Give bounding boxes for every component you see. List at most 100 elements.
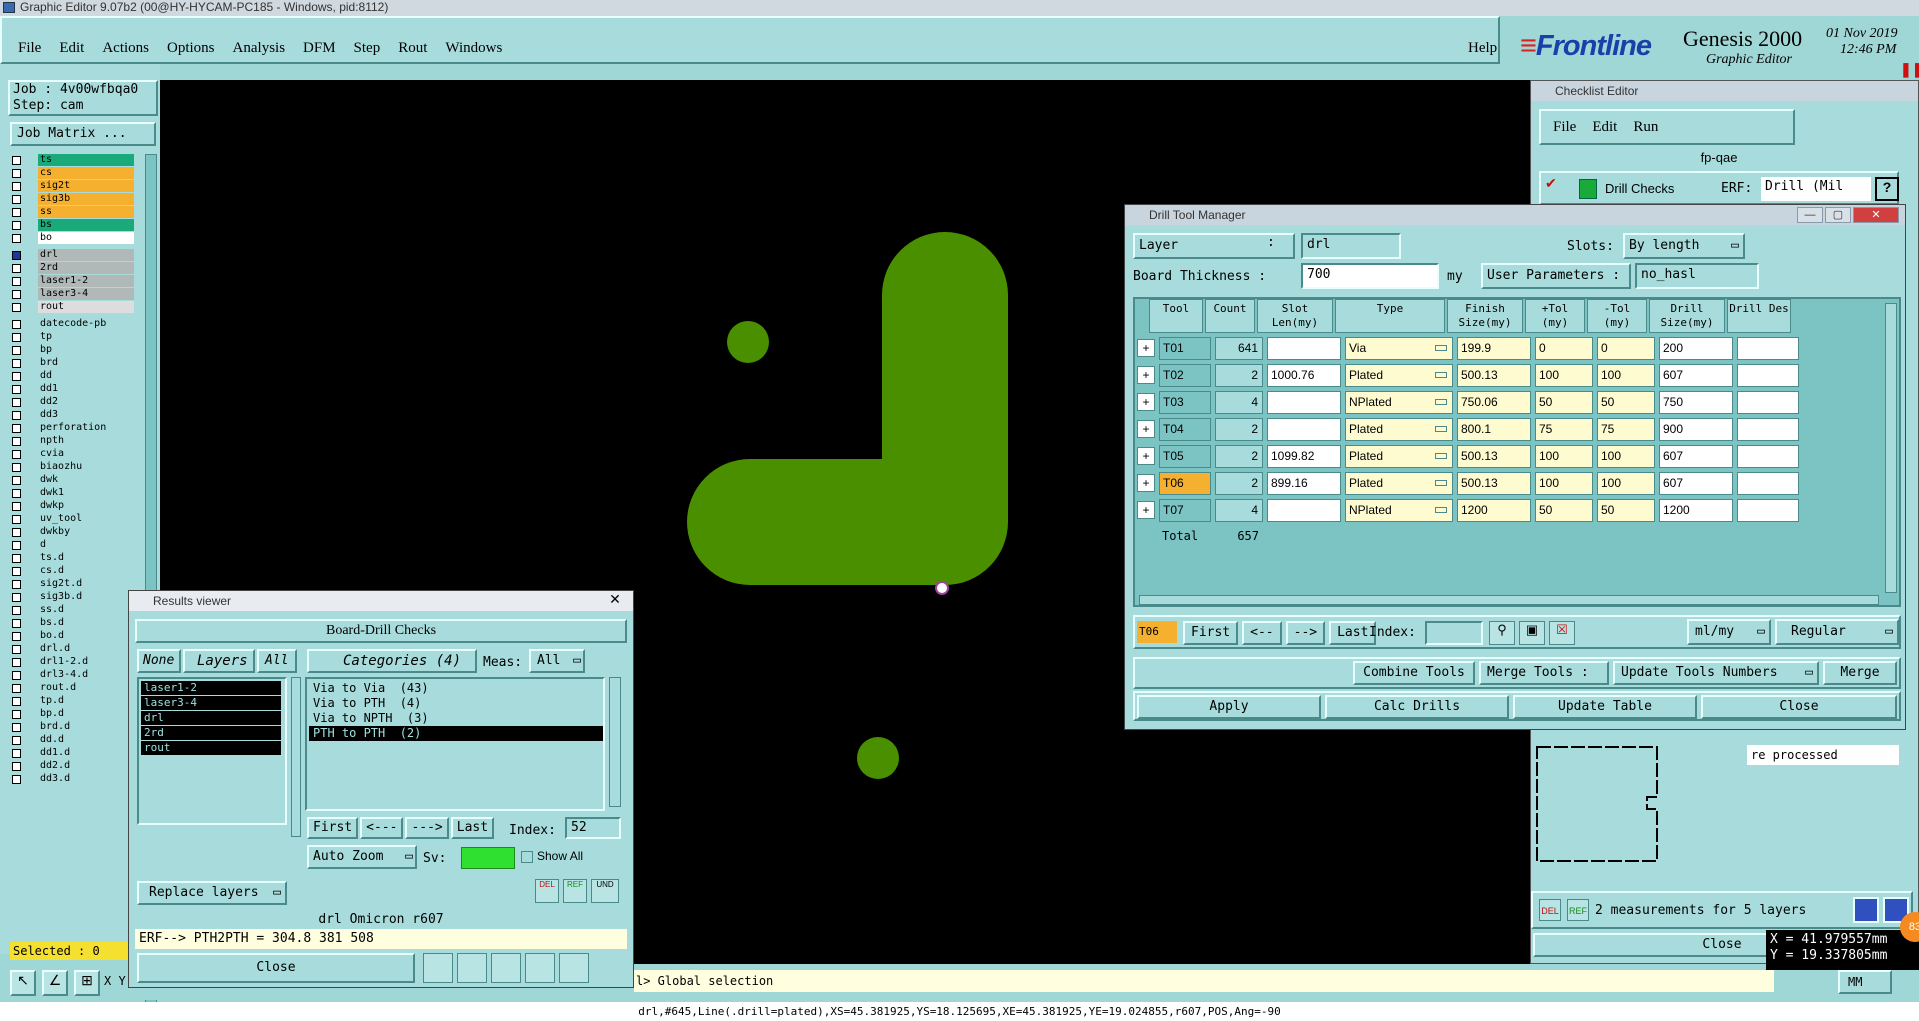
layer-row[interactable]: bp bbox=[10, 344, 134, 357]
rv-layer-item[interactable]: laser3-4 bbox=[141, 696, 281, 710]
table-hscrollbar[interactable] bbox=[1139, 595, 1879, 605]
layer-row[interactable]: dd2 bbox=[10, 396, 134, 409]
index-field[interactable] bbox=[1425, 621, 1483, 645]
rv-close-button[interactable]: Close bbox=[137, 953, 415, 983]
checklist-menu-file[interactable]: File bbox=[1553, 119, 1576, 136]
layer-row[interactable]: bo bbox=[10, 232, 134, 245]
cell-drill[interactable]: 200 bbox=[1659, 337, 1733, 360]
layer-checkbox[interactable] bbox=[12, 567, 21, 576]
layer-row[interactable]: npth bbox=[10, 435, 134, 448]
menu-windows[interactable]: Windows bbox=[445, 40, 502, 57]
layer-checkbox[interactable] bbox=[12, 658, 21, 667]
cell-mtol[interactable]: 50 bbox=[1597, 391, 1655, 414]
menu-dfm[interactable]: DFM bbox=[303, 40, 336, 57]
all-button[interactable]: All bbox=[257, 649, 297, 673]
layer-row[interactable]: bs bbox=[10, 219, 134, 232]
layer-row[interactable]: dwkby bbox=[10, 526, 134, 539]
rv-layer-item[interactable]: drl bbox=[141, 711, 281, 725]
layer-row[interactable]: bp.d bbox=[10, 708, 134, 721]
calc-drills-button[interactable]: Calc Drills bbox=[1325, 695, 1509, 719]
cell-drill[interactable]: 1200 bbox=[1659, 499, 1733, 522]
cell-finish[interactable]: 199.9 bbox=[1457, 337, 1531, 360]
layer-checkbox[interactable] bbox=[12, 450, 21, 459]
cell-slot[interactable]: 1000.76 bbox=[1267, 364, 1341, 387]
layer-row[interactable]: brd bbox=[10, 357, 134, 370]
apply-button[interactable]: Apply bbox=[1137, 695, 1321, 719]
expand-icon[interactable]: + bbox=[1137, 339, 1155, 357]
combine-tools-button[interactable]: Combine Tools bbox=[1353, 661, 1475, 685]
layer-row[interactable]: ss bbox=[10, 206, 134, 219]
rv-del-icon[interactable]: DEL bbox=[535, 879, 559, 903]
layer-checkbox[interactable] bbox=[12, 169, 21, 178]
update-table-button[interactable]: Update Table bbox=[1513, 695, 1697, 719]
layer-checkbox[interactable] bbox=[12, 554, 21, 563]
layer-row[interactable]: sig2t bbox=[10, 180, 134, 193]
cell-mtol[interactable]: 100 bbox=[1597, 472, 1655, 495]
cell-drill[interactable]: 607 bbox=[1659, 445, 1733, 468]
layer-checkbox[interactable] bbox=[12, 723, 21, 732]
layer-row[interactable]: ss.d bbox=[10, 604, 134, 617]
dtm-nav-2[interactable]: --> bbox=[1285, 621, 1326, 645]
layer-checkbox[interactable] bbox=[12, 195, 21, 204]
action-icon-3[interactable] bbox=[491, 953, 521, 983]
type-dropdown-icon[interactable] bbox=[1435, 399, 1447, 405]
cell-mtol[interactable]: 75 bbox=[1597, 418, 1655, 441]
job-matrix-button[interactable]: Job Matrix ... bbox=[10, 122, 156, 146]
menu-file[interactable]: File bbox=[18, 40, 41, 57]
filter-icon[interactable]: ⚲ bbox=[1489, 621, 1515, 645]
sv-color-select[interactable] bbox=[461, 847, 515, 869]
select-icon[interactable]: ▣ bbox=[1519, 621, 1545, 645]
auto-zoom-select[interactable]: Auto Zoom ▭ bbox=[307, 845, 417, 869]
layer-checkbox[interactable] bbox=[12, 697, 21, 706]
layer-checkbox[interactable] bbox=[12, 463, 21, 472]
cell-des[interactable] bbox=[1737, 337, 1799, 360]
cell-ptol[interactable]: 0 bbox=[1535, 337, 1593, 360]
table-row[interactable]: + T03 4 NPlated 750.06 50 50 750 bbox=[1135, 389, 1899, 416]
layer-checkbox[interactable] bbox=[12, 528, 21, 537]
rv-layer-item[interactable]: 2rd bbox=[141, 726, 281, 740]
rv-ref-icon[interactable]: REF bbox=[563, 879, 587, 903]
layer-checkbox[interactable] bbox=[12, 671, 21, 680]
replace-layers-select[interactable]: Replace layers ▭ bbox=[137, 881, 287, 905]
drill-pad[interactable] bbox=[727, 321, 769, 363]
menu-rout[interactable]: Rout bbox=[398, 40, 427, 57]
cell-mtol[interactable]: 100 bbox=[1597, 445, 1655, 468]
layer-checkbox[interactable] bbox=[12, 398, 21, 407]
mode-select[interactable]: Regular ▭ bbox=[1775, 619, 1899, 645]
merge-option-select[interactable]: Update Tools Numbers ▭ bbox=[1613, 661, 1819, 685]
layer-checkbox[interactable] bbox=[12, 320, 21, 329]
layer-row[interactable]: dd bbox=[10, 370, 134, 383]
layer-row[interactable]: dd2.d bbox=[10, 760, 134, 773]
cell-des[interactable] bbox=[1737, 499, 1799, 522]
layer-checkbox[interactable] bbox=[12, 182, 21, 191]
type-dropdown-icon[interactable] bbox=[1435, 480, 1447, 486]
expand-icon[interactable]: + bbox=[1137, 447, 1155, 465]
slots-select[interactable]: By length ▭ bbox=[1623, 233, 1745, 259]
drill-checks-label[interactable]: Drill Checks bbox=[1605, 181, 1674, 196]
cell-ptol[interactable]: 50 bbox=[1535, 499, 1593, 522]
layer-checkbox[interactable] bbox=[12, 303, 21, 312]
layer-checkbox[interactable] bbox=[12, 749, 21, 758]
layer-row[interactable]: dwk1 bbox=[10, 487, 134, 500]
rv-category-item[interactable]: PTH to PTH (2) bbox=[309, 726, 603, 741]
expand-icon[interactable]: + bbox=[1137, 501, 1155, 519]
layer-checkbox[interactable] bbox=[12, 208, 21, 217]
layer-checkbox[interactable] bbox=[12, 710, 21, 719]
layer-row[interactable]: dwk bbox=[10, 474, 134, 487]
checklist-menu-edit[interactable]: Edit bbox=[1592, 119, 1617, 136]
cell-des[interactable] bbox=[1737, 472, 1799, 495]
cell-slot[interactable] bbox=[1267, 337, 1341, 360]
layer-checkbox[interactable] bbox=[12, 333, 21, 342]
cell-finish[interactable]: 800.1 bbox=[1457, 418, 1531, 441]
layer-checkbox[interactable] bbox=[12, 632, 21, 641]
layer-row[interactable]: dwkp bbox=[10, 500, 134, 513]
type-dropdown-icon[interactable] bbox=[1435, 345, 1447, 351]
layer-row[interactable]: dd3 bbox=[10, 409, 134, 422]
layer-checkbox[interactable] bbox=[12, 476, 21, 485]
layer-row[interactable]: sig2t.d bbox=[10, 578, 134, 591]
cell-drill[interactable]: 607 bbox=[1659, 364, 1733, 387]
layer-checkbox[interactable] bbox=[12, 762, 21, 771]
table-row[interactable]: + T07 4 NPlated 1200 50 50 1200 bbox=[1135, 497, 1899, 524]
layer-checkbox[interactable] bbox=[12, 234, 21, 243]
layer-checkbox[interactable] bbox=[12, 515, 21, 524]
